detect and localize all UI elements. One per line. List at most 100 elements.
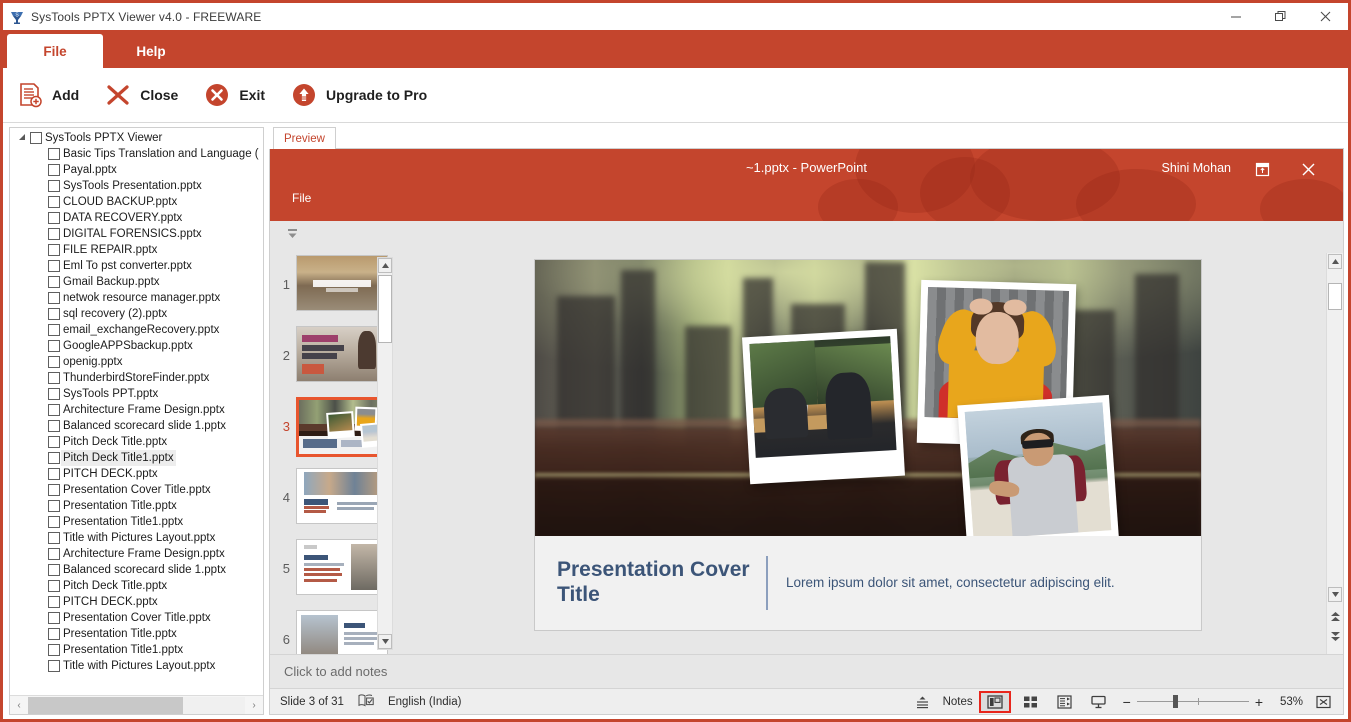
tab-help[interactable]: Help [103, 34, 199, 68]
language-indicator[interactable]: English (India) [388, 696, 462, 708]
tree-item[interactable]: Presentation Cover Title.pptx [10, 610, 263, 626]
close-button[interactable] [1303, 3, 1348, 30]
tree-item[interactable]: ThunderbirdStoreFinder.pptx [10, 370, 263, 386]
restore-button[interactable] [1258, 3, 1303, 30]
tree-item[interactable]: Pitch Deck Title1.pptx [10, 450, 263, 466]
tree-item-checkbox[interactable] [48, 356, 60, 368]
exit-button[interactable]: Exit [192, 68, 279, 122]
zoom-out-button[interactable]: − [1123, 694, 1131, 710]
tree-item[interactable]: DATA RECOVERY.pptx [10, 210, 263, 226]
tree-item[interactable]: CLOUD BACKUP.pptx [10, 194, 263, 210]
tree-item-checkbox[interactable] [48, 580, 60, 592]
tree-item-checkbox[interactable] [48, 532, 60, 544]
reading-view-button[interactable] [1051, 692, 1079, 712]
tree-item-checkbox[interactable] [48, 260, 60, 272]
tree-item-checkbox[interactable] [48, 420, 60, 432]
previous-slide-icon[interactable] [1328, 608, 1342, 624]
powerpoint-file-menu[interactable]: File [292, 191, 311, 205]
tree-item-checkbox[interactable] [48, 276, 60, 288]
upgrade-to-pro-button[interactable]: Upgrade to Pro [279, 68, 441, 122]
close-file-button[interactable]: Close [93, 68, 192, 122]
slide-vertical-scrollbar[interactable] [1326, 253, 1343, 654]
tree-item-checkbox[interactable] [48, 516, 60, 528]
zoom-percentage[interactable]: 53% [1273, 696, 1303, 708]
tree-item-checkbox[interactable] [48, 404, 60, 416]
tree-item[interactable]: email_exchangeRecovery.pptx [10, 322, 263, 338]
notes-icon[interactable] [909, 692, 937, 712]
thumbnail-scrollbar[interactable] [377, 257, 393, 650]
tree-item-checkbox[interactable] [48, 484, 60, 496]
tree-item[interactable]: Payal.pptx [10, 162, 263, 178]
tree-item-checkbox[interactable] [48, 596, 60, 608]
scroll-left-icon[interactable]: ‹ [10, 700, 28, 711]
slide-body-text[interactable]: Lorem ipsum dolor sit amet, consectetur … [786, 573, 1115, 593]
tree-horizontal-scrollbar[interactable]: ‹ › [10, 695, 263, 714]
notes-button-label[interactable]: Notes [943, 696, 973, 708]
tree-item-checkbox[interactable] [48, 244, 60, 256]
tree-item[interactable]: Basic Tips Translation and Language ( [10, 146, 263, 162]
tree-item-checkbox[interactable] [48, 228, 60, 240]
tab-file[interactable]: File [7, 34, 103, 68]
tree-item-checkbox[interactable] [48, 436, 60, 448]
minimize-button[interactable] [1213, 3, 1258, 30]
thumbnail-scroll-thumb[interactable] [378, 275, 392, 343]
tree-item-checkbox[interactable] [48, 340, 60, 352]
scroll-up-icon[interactable] [1328, 254, 1342, 269]
tree-item[interactable]: PITCH DECK.pptx [10, 594, 263, 610]
tree-item-checkbox[interactable] [48, 148, 60, 160]
tree-item[interactable]: DIGITAL FORENSICS.pptx [10, 226, 263, 242]
zoom-slider[interactable]: − + [1123, 694, 1263, 710]
photo-cafe-people[interactable] [742, 328, 905, 485]
slide-title[interactable]: Presentation Cover Title [557, 558, 762, 608]
tab-preview[interactable]: Preview [273, 127, 336, 149]
tree-item[interactable]: Pitch Deck Title.pptx [10, 578, 263, 594]
tree-item-checkbox[interactable] [48, 660, 60, 672]
ribbon-display-options-icon[interactable] [1249, 158, 1275, 180]
hscroll-track[interactable] [28, 696, 245, 714]
tree-item[interactable]: Pitch Deck Title.pptx [10, 434, 263, 450]
tree-item[interactable]: FILE REPAIR.pptx [10, 242, 263, 258]
tree-item[interactable]: sql recovery (2).pptx [10, 306, 263, 322]
thumbnail-scroll-down-icon[interactable] [378, 634, 392, 649]
scroll-right-icon[interactable]: › [245, 700, 263, 711]
vscroll-thumb[interactable] [1328, 283, 1342, 310]
tree-item-checkbox[interactable] [48, 644, 60, 656]
tree-item[interactable]: SysTools Presentation.pptx [10, 178, 263, 194]
tree-item[interactable]: Gmail Backup.pptx [10, 274, 263, 290]
tree-item-checkbox[interactable] [48, 628, 60, 640]
current-slide[interactable]: Presentation Cover Title Lorem ipsum dol… [534, 259, 1202, 631]
thumbnail-scroll-up-icon[interactable] [378, 258, 392, 273]
tree-item-checkbox[interactable] [48, 548, 60, 560]
tree-item-checkbox[interactable] [48, 564, 60, 576]
tree-root-node[interactable]: SysTools PPTX Viewer [10, 130, 263, 146]
zoom-track[interactable] [1136, 695, 1249, 708]
zoom-handle[interactable] [1172, 695, 1178, 708]
tree-item[interactable]: openig.pptx [10, 354, 263, 370]
tree-item-checkbox[interactable] [48, 612, 60, 624]
tree-item-checkbox[interactable] [48, 324, 60, 336]
fit-slide-to-window-icon[interactable] [1309, 692, 1337, 712]
tree-item[interactable]: Title with Pictures Layout.pptx [10, 530, 263, 546]
tree-item-checkbox[interactable] [48, 468, 60, 480]
tree-item[interactable]: PITCH DECK.pptx [10, 466, 263, 482]
tree-item[interactable]: Eml To pst converter.pptx [10, 258, 263, 274]
tree-item[interactable]: Balanced scorecard slide 1.pptx [10, 418, 263, 434]
tree-item-checkbox[interactable] [48, 292, 60, 304]
tree-item[interactable]: Presentation Title1.pptx [10, 642, 263, 658]
tree-item[interactable]: netwok resource manager.pptx [10, 290, 263, 306]
tree-item[interactable]: GoogleAPPSbackup.pptx [10, 338, 263, 354]
tree-item-checkbox[interactable] [48, 180, 60, 192]
hscroll-thumb[interactable] [28, 696, 183, 714]
tree-item[interactable]: Architecture Frame Design.pptx [10, 546, 263, 562]
spellcheck-icon[interactable] [358, 693, 374, 710]
tree-item-checkbox[interactable] [48, 372, 60, 384]
file-tree[interactable]: SysTools PPTX Viewer Basic Tips Translat… [9, 127, 264, 715]
expander-collapse-icon[interactable] [14, 133, 30, 143]
normal-view-button[interactable] [978, 690, 1011, 713]
tree-item[interactable]: Presentation Title1.pptx [10, 514, 263, 530]
tree-item[interactable]: Presentation Title.pptx [10, 498, 263, 514]
zoom-in-button[interactable]: + [1255, 694, 1263, 710]
powerpoint-close-icon[interactable] [1295, 158, 1321, 180]
notes-pane[interactable]: Click to add notes [270, 654, 1343, 688]
tree-item-checkbox[interactable] [48, 500, 60, 512]
